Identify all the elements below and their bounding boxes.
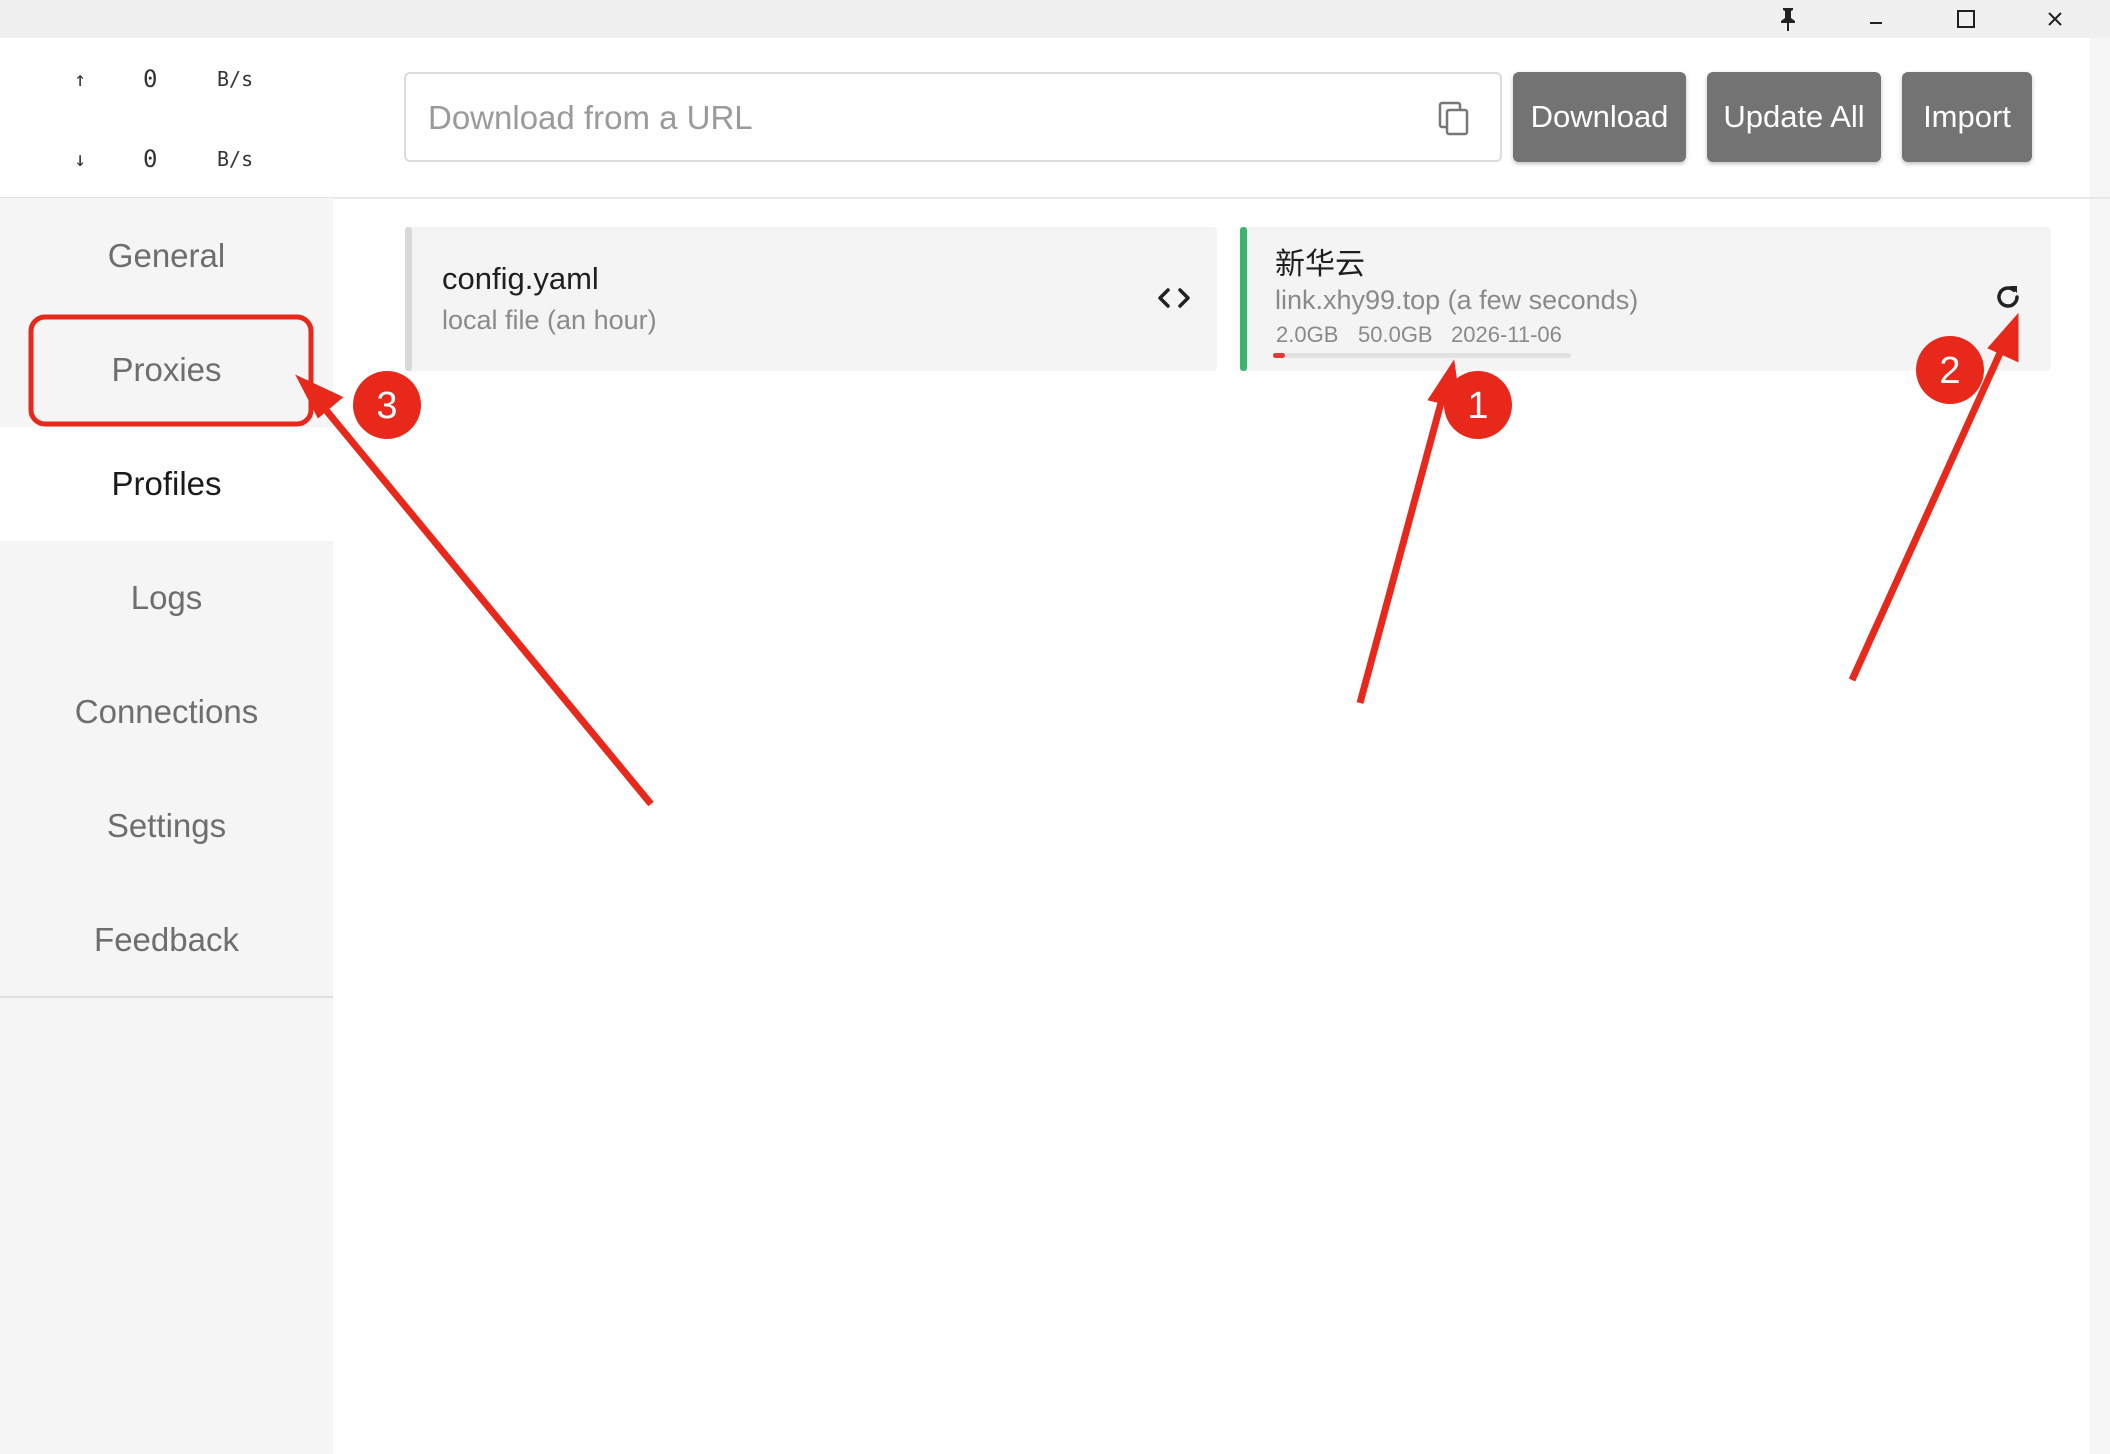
maximize-icon[interactable] [1936,0,1996,38]
sidebar-item-general[interactable]: General [0,199,333,313]
minimize-icon[interactable] [1846,0,1906,38]
title-bar [0,0,2110,38]
close-icon[interactable] [2025,0,2085,38]
traffic-monitor: ↑ 0 B/s ↓ 0 B/s [0,38,333,198]
usage-progress-fill [1273,353,1285,358]
upload-speed: ↑ 0 B/s [0,64,333,94]
toolbar-divider [333,197,2110,199]
usage-total: 50.0GB [1358,322,1433,347]
update-all-button[interactable]: Update All [1707,72,1881,162]
download-value: 0 [143,145,158,173]
usage-used: 2.0GB [1276,322,1339,347]
download-arrow-icon: ↓ [74,147,87,171]
profile-name: 新华云 [1275,247,1365,282]
profile-subtitle: link.xhy99.top (a few seconds) [1275,285,1639,315]
profile-card-xinhuayun[interactable]: 新华云 link.xhy99.top (a few seconds) 2.0GB… [1240,227,2051,371]
download-speed: ↓ 0 B/s [0,144,333,174]
paste-icon[interactable] [1436,100,1472,138]
upload-value: 0 [143,65,158,93]
sidebar-item-profiles[interactable]: Profiles [0,427,333,541]
sidebar-item-logs[interactable]: Logs [0,541,333,655]
code-icon[interactable] [1156,283,1192,313]
pin-icon[interactable] [1758,0,1818,38]
sidebar-divider [0,996,333,998]
profile-selected-indicator [1240,227,1247,371]
sidebar-item-feedback[interactable]: Feedback [0,883,333,997]
sidebar-item-connections[interactable]: Connections [0,655,333,769]
url-input[interactable] [428,92,1388,144]
import-button[interactable]: Import [1902,72,2032,162]
refresh-icon[interactable] [1992,281,2024,313]
profile-subtitle: local file (an hour) [442,305,657,335]
scrollbar-track[interactable] [2090,38,2110,1454]
profile-card-config[interactable]: config.yaml local file (an hour) [405,227,1217,371]
expire-date: 2026-11-06 [1451,322,1562,347]
download-unit: B/s [217,147,254,171]
url-field[interactable] [404,72,1502,162]
profile-name: config.yaml [442,261,599,296]
upload-unit: B/s [217,67,254,91]
download-button[interactable]: Download [1513,72,1686,162]
sidebar-item-settings[interactable]: Settings [0,769,333,883]
profile-indicator [405,227,412,371]
sidebar-item-proxies[interactable]: Proxies [0,313,333,427]
upload-arrow-icon: ↑ [74,67,87,91]
usage-progress-bar [1273,353,1571,358]
